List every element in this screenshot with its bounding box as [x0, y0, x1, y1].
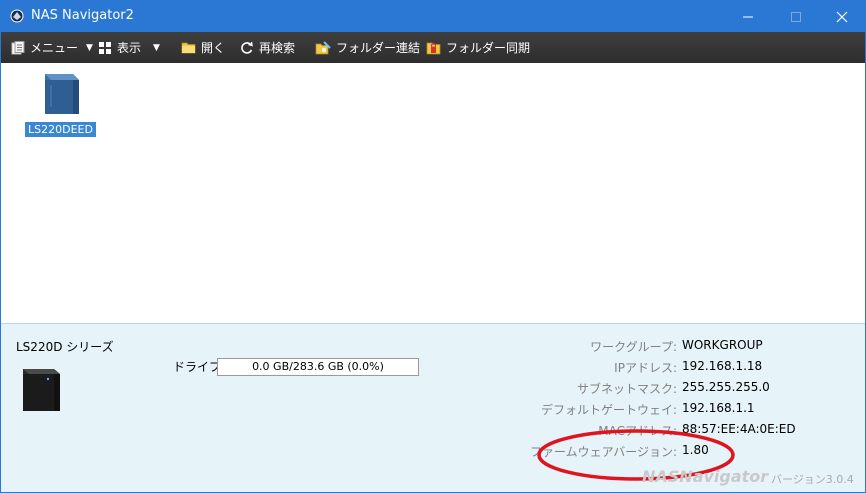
subnet-mask-label: サブネットマスク: — [576, 382, 677, 396]
device-name: LS220DEED — [24, 121, 97, 138]
folder-sync-icon — [426, 42, 441, 55]
nas-model-image — [23, 369, 60, 411]
refresh-icon — [241, 41, 253, 54]
close-button[interactable] — [819, 1, 865, 32]
series-title: LS220D シリーズ — [16, 340, 114, 354]
view-label: 表示 — [117, 41, 142, 55]
menu-dropdown-arrow: ▼ — [86, 42, 93, 53]
folder-open-icon — [181, 42, 196, 54]
workgroup-value: WORKGROUP — [682, 338, 763, 352]
folder-link-button[interactable]: フォルダー連結 — [315, 32, 420, 63]
research-button[interactable]: 再検索 — [239, 32, 295, 63]
title-bar: NAS Navigator2 — [1, 1, 865, 32]
app-version: バージョン3.0.4 — [771, 473, 854, 486]
subnet-mask-value: 255.255.255.0 — [682, 380, 770, 394]
ip-address-label: IPアドレス: — [614, 361, 677, 375]
maximize-icon — [791, 12, 801, 22]
default-gateway-value: 192.168.1.1 — [682, 401, 755, 415]
view-icon — [99, 41, 111, 54]
menu-icon — [11, 40, 25, 54]
drive-usage-bar: 0.0 GB/283.6 GB (0.0%) — [217, 358, 419, 376]
close-icon — [836, 11, 848, 23]
minimize-button[interactable] — [725, 1, 771, 32]
view-button[interactable]: 表示 ▼ — [98, 32, 160, 63]
nas-device-icon — [45, 74, 79, 114]
ip-address-value: 192.168.1.18 — [682, 359, 763, 373]
device-details-panel: LS220D シリーズ ドライブ 0.0 GB/283.6 GB (0.0%) … — [1, 323, 865, 492]
drive-label: ドライブ — [173, 360, 222, 374]
research-label: 再検索 — [259, 41, 296, 55]
minimize-icon — [743, 16, 753, 18]
view-dropdown-arrow: ▼ — [153, 42, 160, 53]
toolbar: メニュー ▼ 表示 ▼ 開く 再検索 フォルダー連結 フォルダー同期 — [1, 32, 865, 63]
folder-sync-label: フォルダー同期 — [446, 41, 531, 55]
open-button[interactable]: 開く — [181, 32, 225, 63]
window-title: NAS Navigator2 — [31, 8, 134, 23]
drive-usage-text: 0.0 GB/283.6 GB (0.0%) — [252, 360, 384, 373]
device-item-ls220deed[interactable]: LS220DEED — [23, 68, 97, 140]
device-list-area: LS220DEED — [1, 63, 865, 323]
menu-label: メニュー — [30, 41, 79, 55]
default-gateway-label: デフォルトゲートウェイ: — [540, 403, 677, 417]
nas-navigator-icon — [10, 9, 24, 23]
menu-button[interactable]: メニュー ▼ — [11, 32, 93, 63]
open-label: 開く — [201, 41, 226, 55]
maximize-button[interactable] — [773, 1, 819, 32]
folder-link-label: フォルダー連結 — [336, 41, 421, 55]
brand-logo: NASNavigator — [642, 467, 769, 486]
folder-sync-button[interactable]: フォルダー同期 — [426, 32, 530, 63]
nas-navigator-window: NAS Navigator2 メニュー ▼ 表示 ▼ 開く 再検索 フォルダー連… — [0, 0, 866, 493]
folder-link-icon — [315, 40, 331, 54]
workgroup-label: ワークグループ: — [590, 340, 677, 354]
